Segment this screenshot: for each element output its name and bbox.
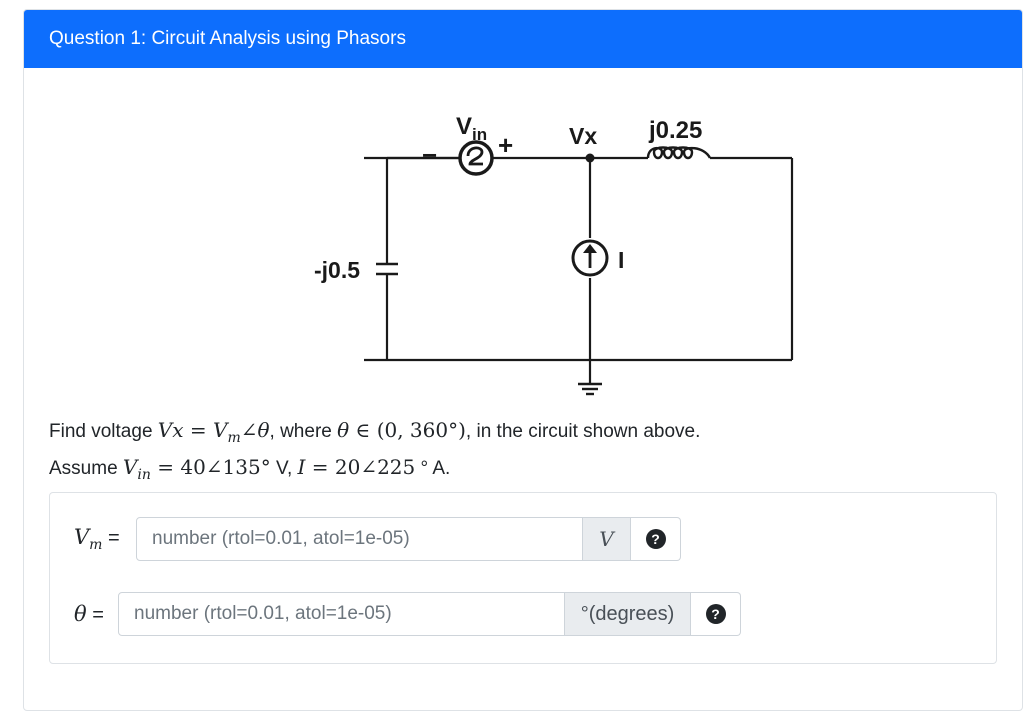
problem-line-1: Find voltage Vx = Vm∠θ, where θ ∈ (0, 36… [49,416,700,453]
answer-panel: Vm = V ? θ = °(degrees) ? [49,492,997,664]
math-vx: Vx = Vm∠θ [157,418,270,446]
math-vin-value: = 40∠135° [150,455,271,479]
problem-text: , in the circuit shown above. [465,421,701,442]
ac-voltage-source-icon [458,140,494,176]
math-range: ∈ (0, 360°) [349,418,466,442]
problem-text: , where [269,421,338,442]
question-mark-icon: ? [705,604,726,624]
vm-label: Vm = [74,524,120,554]
math-vin: Vin [122,455,151,483]
capacitor-symbol [376,262,398,276]
problem-text: V, [270,458,298,479]
theta-input[interactable] [118,592,565,636]
problem-statement: Find voltage Vx = Vm∠θ, where θ ∈ (0, 36… [49,416,700,490]
question-header: Question 1: Circuit Analysis using Phaso… [24,10,1022,68]
theta-answer-row: θ = °(degrees) ? [74,592,741,636]
problem-text: Find voltage [49,421,158,442]
vm-input[interactable] [136,517,583,561]
current-source-icon [571,239,609,277]
node-vx-label: Vx [569,123,597,149]
vm-help-button[interactable]: ? [631,517,681,561]
source-minus-label: − [422,140,437,170]
ground-icon [578,382,602,396]
inductor-label: j0.25 [648,117,702,144]
inductor-symbol [646,146,712,160]
question-mark-icon: ? [645,529,666,549]
circuit-diagram: − + Vin Vx j0.25 -j0.5 I [292,106,812,406]
theta-help-button[interactable]: ? [691,592,741,636]
current-label: I [618,247,624,273]
question-title: Question 1: Circuit Analysis using Phaso… [49,28,406,49]
problem-text: Assume [49,458,123,479]
math-i-value: = 20∠225 [305,455,416,479]
theta-unit: °(degrees) [565,592,691,636]
problem-text: ° A. [415,458,451,479]
circuit-svg: − + Vin Vx j0.25 -j0.5 I [314,113,794,396]
node-vx-dot [585,153,595,163]
vm-unit: V [583,517,631,561]
math-theta: θ [337,418,350,442]
vm-answer-row: Vm = V ? [74,517,681,561]
source-label: Vin [456,113,487,144]
source-plus-label: + [498,130,513,160]
problem-line-2: Assume Vin = 40∠135° V, I = 20∠225 ° A. [49,453,700,490]
capacitor-label: -j0.5 [314,257,360,283]
question-card: Question 1: Circuit Analysis using Phaso… [23,9,1023,711]
theta-label: θ = [74,601,104,626]
